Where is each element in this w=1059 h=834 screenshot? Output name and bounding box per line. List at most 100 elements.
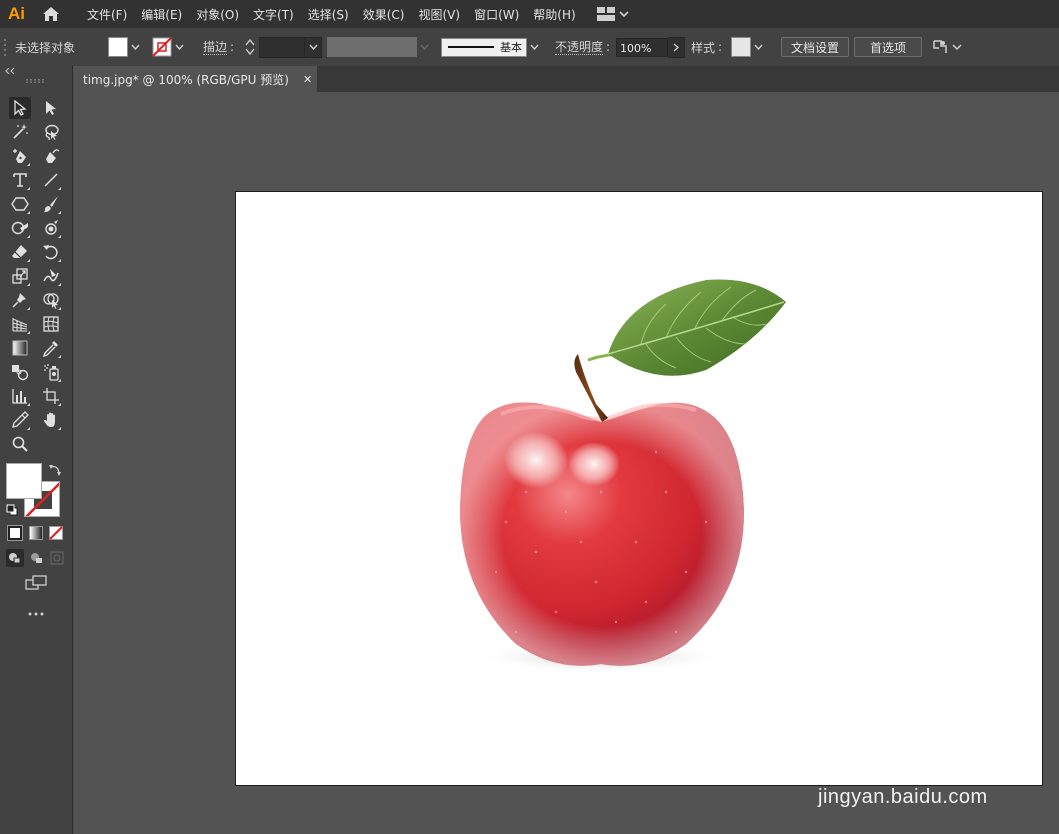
shape-builder-tool[interactable]	[40, 289, 62, 311]
stroke-weight-input[interactable]	[259, 36, 305, 58]
magic-wand-icon	[13, 124, 28, 139]
perspective-grid-tool[interactable]	[9, 313, 31, 335]
column-graph-tool[interactable]	[9, 385, 31, 407]
menu-view[interactable]: 视图(V)	[411, 6, 467, 23]
fill-color-control[interactable]	[108, 28, 142, 66]
chevron-right-icon[interactable]	[668, 36, 685, 58]
gradient-tool[interactable]	[9, 337, 31, 359]
menu-help[interactable]: 帮助(H)	[526, 6, 582, 23]
puppet-warp-tool[interactable]	[9, 289, 31, 311]
selection-status: 未选择对象	[15, 40, 76, 55]
svg-text:du: du	[886, 749, 910, 771]
menu-edit[interactable]: 编辑(E)	[134, 6, 189, 23]
gradient-mode-button[interactable]	[29, 526, 43, 540]
paintbrush-tool[interactable]	[40, 193, 62, 215]
more-tools-icon[interactable]	[28, 612, 44, 616]
brush-definition-label: 基本	[500, 41, 522, 54]
curvature-pen-icon	[46, 149, 60, 163]
chevron-down-icon[interactable]	[527, 37, 541, 57]
chevron-down-icon[interactable]	[751, 37, 765, 57]
menu-file[interactable]: 文件(F)	[80, 6, 134, 23]
preferences-wrap: 首选项	[854, 28, 922, 66]
fill-swatch[interactable]	[108, 37, 128, 57]
eyedropper-tool[interactable]	[40, 337, 62, 359]
curvature-tool[interactable]	[40, 145, 62, 167]
selection-arrow-icon	[14, 99, 27, 116]
artboard[interactable]	[235, 191, 1043, 786]
preferences-button[interactable]: 首选项	[854, 37, 922, 57]
fill-color-swatch-front[interactable]	[6, 463, 42, 499]
magic-wand-tool[interactable]	[9, 121, 31, 143]
magnifier-icon	[12, 436, 28, 452]
menu-effect[interactable]: 效果(C)	[356, 6, 412, 23]
stroke-color-control[interactable]	[152, 28, 186, 66]
color-mode-button[interactable]	[7, 525, 23, 541]
menu-window[interactable]: 窗口(W)	[467, 6, 526, 23]
brush-definition[interactable]: 基本	[441, 28, 541, 66]
blend-tool[interactable]	[9, 361, 31, 383]
zoom-tool[interactable]	[9, 433, 31, 455]
workspace-switcher[interactable]	[596, 7, 629, 21]
rotate-tool[interactable]	[40, 241, 62, 263]
none-mode-icon[interactable]	[49, 526, 63, 540]
warp-tool[interactable]	[40, 265, 62, 287]
draw-normal-button[interactable]	[6, 549, 24, 567]
slice-tool[interactable]	[9, 409, 31, 431]
style-label-text: 样式	[691, 40, 716, 55]
variable-width-profile[interactable]	[327, 28, 431, 66]
arrange-documents-control[interactable]	[931, 28, 962, 66]
shape-tool[interactable]	[9, 193, 31, 215]
swap-fill-stroke-icon[interactable]	[48, 463, 62, 477]
scale-tool[interactable]	[9, 265, 31, 287]
draw-behind-icon[interactable]	[28, 549, 46, 567]
brush-definition-field[interactable]: 基本	[441, 37, 527, 57]
menu-type[interactable]: 文字(T)	[246, 6, 301, 23]
grip-handle[interactable]	[4, 28, 8, 66]
variable-width-field[interactable]	[327, 37, 417, 57]
document-setup-button[interactable]: 文档设置	[781, 37, 849, 57]
opacity-input[interactable]: 100%	[616, 37, 668, 57]
watermark-brand: 经验	[931, 748, 990, 782]
blob-brush-tool[interactable]	[40, 217, 62, 239]
document-tab[interactable]: timg.jpg* @ 100% (RGB/GPU 预览) ✕	[73, 66, 317, 93]
stepper-arrows-icon[interactable]	[244, 37, 256, 57]
hand-tool[interactable]	[40, 409, 62, 431]
lasso-tool[interactable]	[40, 121, 62, 143]
screen-mode-icon[interactable]	[25, 575, 47, 591]
menu-items: 文件(F) 编辑(E) 对象(O) 文字(T) 选择(S) 效果(C) 视图(V…	[80, 6, 583, 23]
chevron-down-icon[interactable]	[417, 37, 431, 57]
home-icon[interactable]	[42, 4, 62, 24]
stroke-label-colon: :	[230, 40, 235, 54]
draw-inside-icon[interactable]	[48, 549, 66, 567]
chevron-down-icon[interactable]	[952, 43, 962, 51]
pin-arrange-icon[interactable]	[931, 38, 949, 56]
line-segment-tool[interactable]	[40, 169, 62, 191]
close-icon[interactable]: ✕	[303, 73, 312, 86]
apple-image[interactable]	[236, 192, 1043, 786]
type-tool[interactable]	[9, 169, 31, 191]
menu-object[interactable]: 对象(O)	[189, 6, 246, 23]
stroke-weight-stepper[interactable]	[244, 28, 256, 66]
chevron-down-icon[interactable]	[128, 37, 142, 57]
symbol-sprayer-tool[interactable]	[40, 361, 62, 383]
collapse-panel-icon[interactable]	[5, 68, 15, 74]
pen-tool[interactable]	[9, 145, 31, 167]
stroke-none-swatch-icon[interactable]	[152, 37, 172, 57]
graphic-style-control[interactable]	[731, 28, 765, 66]
eraser-tool[interactable]	[9, 241, 31, 263]
chevron-down-icon	[619, 11, 629, 18]
opacity-label[interactable]: 不透明度 :	[555, 28, 610, 66]
mesh-tool[interactable]	[40, 313, 62, 335]
chevron-down-icon[interactable]	[305, 36, 322, 58]
shaper-tool[interactable]	[9, 217, 31, 239]
stroke-label[interactable]: 描边 :	[203, 28, 234, 66]
direct-selection-tool[interactable]	[40, 97, 62, 119]
panel-grip-icon[interactable]	[26, 79, 46, 83]
artboard-tool[interactable]	[40, 385, 62, 407]
chevron-down-icon[interactable]	[172, 37, 186, 57]
default-fill-stroke-icon[interactable]	[6, 504, 18, 516]
graphic-style-swatch[interactable]	[731, 37, 751, 57]
style-label: 样式 :	[691, 28, 722, 66]
selection-tool[interactable]	[9, 97, 31, 119]
menu-select[interactable]: 选择(S)	[301, 6, 356, 23]
